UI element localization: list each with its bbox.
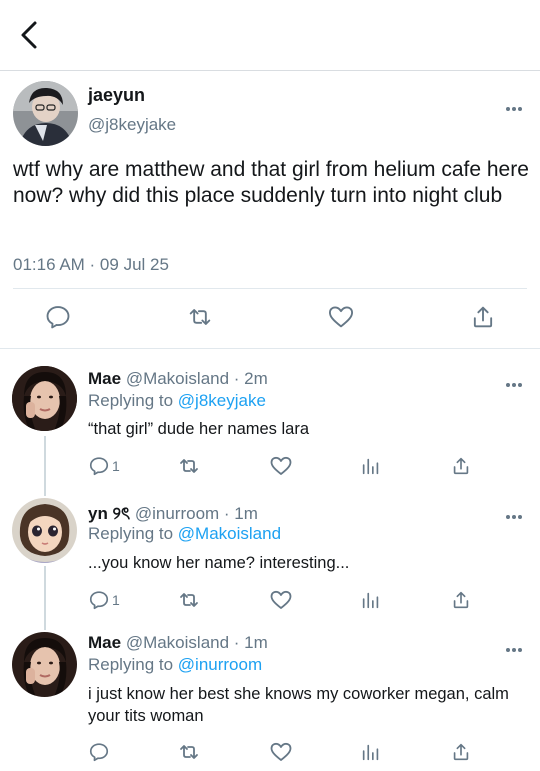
reply-text: i just know her best she knows my cowork… (88, 685, 509, 725)
reply-button[interactable]: 1 (88, 588, 120, 612)
share-icon (473, 306, 493, 328)
replying-to-label: Replying to (88, 524, 178, 543)
like-button[interactable] (269, 740, 293, 764)
reply-text: ...you know her name? interesting... (88, 554, 350, 572)
author-name[interactable]: Mae (88, 633, 121, 652)
more-horizontal-icon (506, 648, 522, 652)
share-button[interactable] (450, 740, 472, 764)
tweet-actions (0, 303, 540, 333)
avatar[interactable] (13, 81, 78, 146)
analytics-button[interactable] (360, 740, 382, 764)
tweet-text: wtf why are matthew and that girl from h… (13, 158, 529, 207)
chevron-left-icon (21, 21, 37, 49)
replying-to: Replying to @inurroom (88, 655, 262, 675)
divider (13, 288, 527, 289)
author-handle[interactable]: @j8keyjake (88, 115, 176, 135)
reply-header: Mae @Makoisland · 2m (88, 369, 268, 389)
retweet-button[interactable] (177, 454, 201, 478)
retweet-icon (180, 593, 198, 607)
more-horizontal-icon (506, 107, 522, 111)
analytics-button[interactable] (360, 588, 382, 612)
author-name[interactable]: Mae (88, 369, 121, 388)
avatar[interactable] (12, 498, 77, 563)
more-options-button[interactable] (505, 375, 523, 387)
reply-count: 1 (112, 592, 120, 608)
share-icon (453, 743, 469, 761)
bar-chart-icon (362, 458, 379, 475)
heart-icon (270, 590, 292, 609)
more-options-button[interactable] (505, 640, 523, 652)
speech-bubble-icon (89, 743, 109, 762)
retweet-icon (180, 745, 198, 759)
reply-tweet: Mae @Makoisland · 2m Replying to @j8keyj… (0, 362, 540, 482)
more-options-button[interactable] (505, 507, 523, 519)
mention-link[interactable]: @inurroom (178, 655, 262, 674)
reply-button[interactable] (88, 740, 112, 764)
retweet-button[interactable] (177, 588, 201, 612)
retweet-icon (189, 309, 211, 325)
replying-to-label: Replying to (88, 655, 178, 674)
speech-bubble-icon (46, 306, 70, 329)
reply-tweet: yn ୨ৎ @inurroom · 1m Replying to @Makois… (0, 496, 540, 616)
mention-link[interactable]: @Makoisland (178, 524, 281, 543)
author-meta[interactable]: @Makoisland · 1m (126, 633, 268, 652)
reply-text: “that girl” dude her names lara (88, 420, 310, 438)
more-options-button[interactable] (505, 99, 523, 111)
author-name[interactable]: jaeyun (88, 85, 145, 106)
retweet-icon (180, 459, 198, 473)
like-button[interactable] (327, 303, 355, 331)
avatar[interactable] (12, 632, 77, 697)
author-meta[interactable]: @inurroom · 1m (135, 504, 258, 523)
more-horizontal-icon (506, 515, 522, 519)
analytics-button[interactable] (360, 454, 382, 478)
heart-icon (270, 742, 292, 761)
retweet-button[interactable] (186, 303, 214, 331)
like-button[interactable] (269, 588, 293, 612)
share-button[interactable] (450, 454, 472, 478)
author-meta[interactable]: @Makoisland · 2m (126, 369, 268, 388)
back-button[interactable] (16, 20, 42, 50)
tweet-timestamp: 01:16 AM · 09 Jul 25 (13, 255, 169, 274)
bar-chart-icon (362, 592, 379, 609)
retweet-button[interactable] (177, 740, 201, 764)
like-button[interactable] (269, 454, 293, 478)
avatar[interactable] (12, 366, 77, 431)
reply-header: Mae @Makoisland · 1m (88, 633, 268, 653)
mention-link[interactable]: @j8keyjake (178, 391, 266, 410)
replying-to: Replying to @Makoisland (88, 524, 281, 544)
author-name[interactable]: yn ୨ৎ (88, 504, 130, 523)
reply-actions: 1 (0, 454, 540, 478)
more-horizontal-icon (506, 383, 522, 387)
replying-to: Replying to @j8keyjake (88, 391, 266, 411)
reply-tweet: Mae @Makoisland · 1m Replying to @inurro… (0, 630, 540, 771)
share-button[interactable] (469, 303, 497, 331)
reply-actions: 1 (0, 588, 540, 612)
reply-count: 1 (112, 458, 120, 474)
bar-chart-icon (362, 744, 379, 761)
speech-bubble-icon (89, 457, 109, 476)
heart-icon (270, 456, 292, 475)
reply-button[interactable] (44, 303, 72, 331)
speech-bubble-icon (89, 591, 109, 610)
replying-to-label: Replying to (88, 391, 178, 410)
share-icon (453, 591, 469, 609)
heart-icon (328, 306, 354, 328)
reply-actions (0, 740, 540, 764)
share-button[interactable] (450, 588, 472, 612)
reply-button[interactable]: 1 (88, 454, 120, 478)
top-bar (0, 0, 540, 71)
share-icon (453, 457, 469, 475)
divider (0, 348, 540, 349)
